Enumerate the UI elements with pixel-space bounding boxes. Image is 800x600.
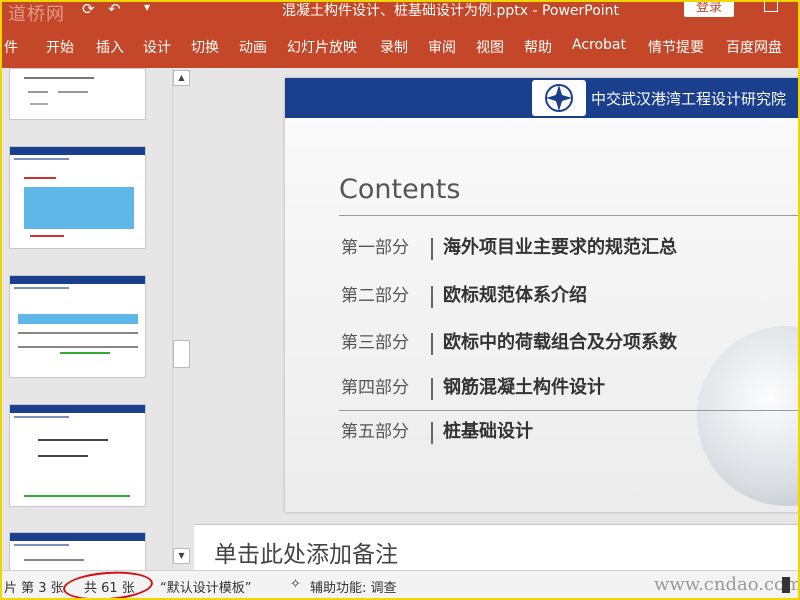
toc-row: 第五部分 桩基础设计: [341, 417, 533, 444]
tab-slideshow[interactable]: 幻灯片放映: [287, 37, 357, 57]
slide-editor: 中交武汉港湾工程设计研究院 Contents 第一部分 海外项目业主要求的规范汇总…: [194, 68, 800, 570]
company-logo: [532, 80, 586, 116]
globe-graphic: [697, 326, 800, 506]
tab-file[interactable]: 件: [4, 37, 18, 57]
divider-line: [339, 215, 800, 216]
slide-thumbnail-3[interactable]: [9, 275, 146, 378]
part-topic: 桩基础设计: [443, 421, 533, 442]
part-topic: 海外项目业主要求的规范汇总: [443, 237, 677, 258]
thumbnails-scrollbar[interactable]: ▲ ▼: [172, 68, 190, 568]
part-label: 第二部分: [341, 286, 409, 306]
toc-row: 第四部分 钢筋混凝土构件设计: [341, 373, 605, 400]
tab-transitions[interactable]: 切换: [191, 37, 219, 57]
ribbon-tabs: 件 开始 插入 设计 切换 动画 幻灯片放映 录制 审阅 视图 帮助 Acrob…: [0, 22, 800, 68]
tab-help[interactable]: 帮助: [524, 37, 552, 57]
tab-insert[interactable]: 插入: [96, 37, 124, 57]
slide-thumbnail-4[interactable]: [9, 404, 146, 507]
organization-name: 中交武汉港湾工程设计研究院: [591, 90, 787, 108]
accessibility-status[interactable]: 辅助功能: 调查: [310, 577, 397, 596]
document-title: 混凝土构件设计、桩基础设计为例.pptx - PowerPoint: [282, 3, 620, 19]
part-topic: 欧标规范体系介绍: [443, 285, 587, 306]
slide-thumbnail-5[interactable]: [9, 532, 146, 572]
title-bar: 道桥网 ⟳ ↶ ▾ 混凝土构件设计、桩基础设计为例.pptx - PowerPo…: [0, 0, 800, 25]
slide-position: 片 第 3 张: [4, 581, 64, 596]
theme-name[interactable]: “默认设计模板”: [160, 577, 251, 596]
slide-thumbnail-2[interactable]: [9, 146, 146, 249]
save-icon[interactable]: ⟳: [82, 0, 95, 18]
current-slide[interactable]: 中交武汉港湾工程设计研究院 Contents 第一部分 海外项目业主要求的规范汇总…: [285, 78, 800, 512]
highlight-annotation-ring: [62, 568, 154, 600]
toc-row: 第二部分 欧标规范体系介绍: [341, 281, 587, 308]
customize-quick-access-icon[interactable]: ▾: [144, 0, 150, 14]
slide-thumbnails-pane: [0, 68, 194, 572]
slide-header-band: 中交武汉港湾工程设计研究院: [285, 78, 800, 118]
part-label: 第四部分: [341, 378, 409, 398]
tab-baidu-netdisk[interactable]: 百度网盘: [726, 37, 782, 57]
tab-storyboard[interactable]: 情节提要: [648, 37, 704, 57]
restore-window-icon[interactable]: [764, 0, 778, 12]
ccc-logo-icon: [545, 84, 573, 112]
tab-view[interactable]: 视图: [476, 37, 504, 57]
login-button[interactable]: 登录: [684, 0, 734, 17]
scroll-down-arrow-icon[interactable]: ▼: [173, 548, 190, 564]
status-bar: 片 第 3 张 共 61 张 “默认设计模板” ✧ 辅助功能: 调查 www.c…: [0, 568, 800, 600]
tab-review[interactable]: 审阅: [428, 37, 456, 57]
contents-heading: Contents: [339, 174, 461, 205]
tab-acrobat[interactable]: Acrobat: [572, 37, 626, 53]
notes-pane[interactable]: 单击此处添加备注: [194, 525, 800, 570]
undo-icon[interactable]: ↶: [108, 0, 121, 18]
tab-home[interactable]: 开始: [46, 37, 74, 57]
scroll-up-arrow-icon[interactable]: ▲: [173, 70, 190, 86]
slide-thumbnail-1[interactable]: [9, 68, 146, 120]
toc-row: 第三部分 欧标中的荷载组合及分项系数: [341, 328, 677, 355]
site-watermark: www.cndao.com: [654, 574, 800, 595]
part-topic: 钢筋混凝土构件设计: [443, 377, 605, 398]
zoom-slider-thumb[interactable]: [782, 577, 790, 593]
tab-animations[interactable]: 动画: [239, 37, 267, 57]
tab-design[interactable]: 设计: [143, 37, 171, 57]
part-label: 第五部分: [341, 422, 409, 442]
tab-record[interactable]: 录制: [380, 37, 408, 57]
part-label: 第一部分: [341, 238, 409, 258]
divider-line: [339, 410, 800, 411]
scroll-thumb[interactable]: [173, 340, 190, 368]
accessibility-icon[interactable]: ✧: [290, 577, 301, 592]
notes-placeholder[interactable]: 单击此处添加备注: [214, 535, 398, 569]
part-label: 第三部分: [341, 333, 409, 353]
part-topic: 欧标中的荷载组合及分项系数: [443, 332, 677, 353]
toc-row: 第一部分 海外项目业主要求的规范汇总: [341, 233, 677, 260]
